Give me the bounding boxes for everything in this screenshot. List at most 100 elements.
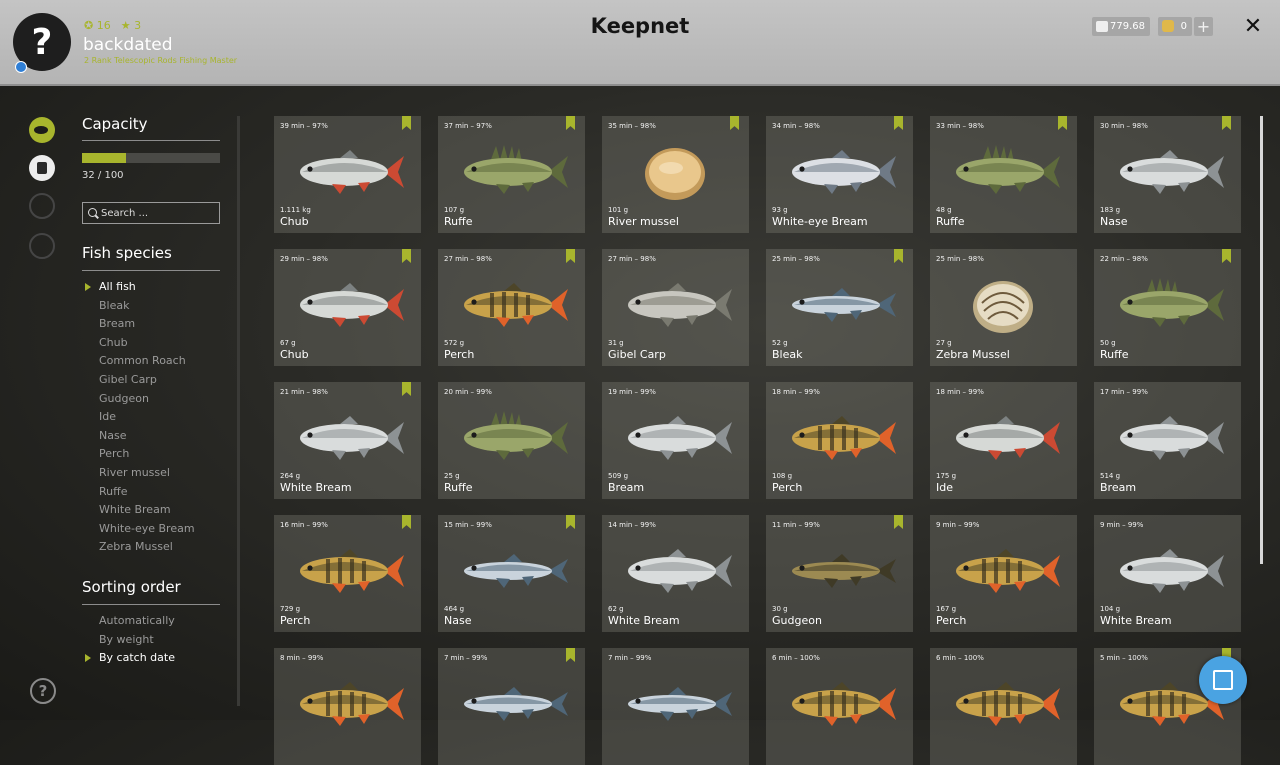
fish-card[interactable]: 30 min – 98% 183 g Nase — [1094, 116, 1241, 233]
catch-time-quality: 22 min – 98% — [1100, 255, 1148, 263]
fish-card[interactable]: 18 min – 99% 175 g Ide — [930, 382, 1077, 499]
fish-card[interactable]: 27 min – 98% 572 g Perch — [438, 249, 585, 366]
fish-card[interactable]: 37 min – 97% 107 g Ruffe — [438, 116, 585, 233]
fish-weight: 104 g — [1100, 605, 1121, 613]
search-icon — [88, 208, 97, 217]
keepnet-fish-icon[interactable] — [29, 117, 55, 143]
fish-icon — [464, 554, 568, 588]
fish-card[interactable]: 6 min – 100% — [930, 648, 1077, 765]
fish-icon — [300, 416, 404, 460]
fish-weight: 107 g — [444, 206, 465, 214]
fish-icon — [1120, 416, 1224, 460]
fish-card[interactable]: 25 min – 98% 27 g Zebra Mussel — [930, 249, 1077, 366]
fish-card[interactable]: 17 min – 99% 514 g Bream — [1094, 382, 1241, 499]
species-filter-ide[interactable]: Ide — [99, 408, 195, 427]
fish-card[interactable]: 14 min – 99% 62 g White Bream — [602, 515, 749, 632]
catch-time-quality: 29 min – 98% — [280, 255, 328, 263]
fish-card[interactable]: 33 min – 98% 48 g Ruffe — [930, 116, 1077, 233]
tree-icon[interactable] — [29, 193, 55, 219]
scrollbar[interactable] — [1260, 116, 1263, 564]
fish-species-title: Fish species — [82, 244, 172, 262]
bookmark-icon[interactable] — [566, 648, 575, 662]
bookmark-icon[interactable] — [894, 515, 903, 529]
fish-card[interactable]: 7 min – 99% — [602, 648, 749, 765]
fish-card[interactable]: 9 min – 99% 104 g White Bream — [1094, 515, 1241, 632]
species-filter-common-roach[interactable]: Common Roach — [99, 352, 195, 371]
fish-card[interactable]: 29 min – 98% 67 g Chub — [274, 249, 421, 366]
bookmark-icon[interactable] — [730, 116, 739, 130]
fish-card[interactable]: 39 min – 97% 1.111 kg Chub — [274, 116, 421, 233]
bookmark-icon[interactable] — [566, 515, 575, 529]
species-filter-ruffe[interactable]: Ruffe — [99, 483, 195, 502]
species-filter-river-mussel[interactable]: River mussel — [99, 464, 195, 483]
fish-card[interactable]: 16 min – 99% 729 g Perch — [274, 515, 421, 632]
bookmark-icon[interactable] — [566, 116, 575, 130]
silver-coin-icon — [1096, 21, 1108, 32]
search-input[interactable] — [82, 202, 220, 224]
fish-weight: 167 g — [936, 605, 957, 613]
bookmark-icon[interactable] — [402, 249, 411, 263]
fish-icon — [956, 682, 1060, 726]
fish-card[interactable]: 15 min – 99% 464 g Nase — [438, 515, 585, 632]
bookmark-icon[interactable] — [566, 249, 575, 263]
cursor-mode-button[interactable] — [1199, 656, 1247, 704]
catch-time-quality: 33 min – 98% — [936, 122, 984, 130]
fish-card[interactable]: 21 min – 98% 264 g White Bream — [274, 382, 421, 499]
zebra-mussel-icon — [973, 281, 1033, 333]
sort-option-by-catch-date[interactable]: By catch date — [85, 649, 175, 668]
top-bar: ? ✪ 16 ★ 3 backdated 2 Rank Telescopic R… — [0, 0, 1280, 86]
bookmark-icon[interactable] — [402, 515, 411, 529]
catch-time-quality: 35 min – 98% — [608, 122, 656, 130]
fish-card[interactable]: 6 min – 100% — [766, 648, 913, 765]
species-filter-white-eye-bream[interactable]: White-eye Bream — [99, 520, 195, 539]
catch-time-quality: 11 min – 99% — [772, 521, 820, 529]
pointer-icon — [1213, 670, 1233, 690]
fish-card[interactable]: 34 min – 98% 93 g White-eye Bream — [766, 116, 913, 233]
fish-weight: 729 g — [280, 605, 301, 613]
fish-icon — [956, 145, 1060, 194]
species-filter-bream[interactable]: Bream — [99, 315, 195, 334]
sort-option-automatically[interactable]: Automatically — [99, 612, 175, 631]
bookmark-icon[interactable] — [1058, 116, 1067, 130]
species-filter-bleak[interactable]: Bleak — [99, 297, 195, 316]
bookmark-icon[interactable] — [1222, 116, 1231, 130]
fish-card[interactable]: 35 min – 98% 101 g River mussel — [602, 116, 749, 233]
fish-card[interactable]: 8 min – 99% — [274, 648, 421, 765]
catch-time-quality: 6 min – 100% — [936, 654, 984, 662]
bookmark-icon[interactable] — [1222, 249, 1231, 263]
species-filter-gibel-carp[interactable]: Gibel Carp — [99, 371, 195, 390]
fish-icon — [464, 145, 568, 194]
bookmark-icon[interactable] — [402, 116, 411, 130]
fish-card[interactable]: 7 min – 99% — [438, 648, 585, 765]
species-filter-nase[interactable]: Nase — [99, 427, 195, 446]
fish-card[interactable]: 19 min – 99% 509 g Bream — [602, 382, 749, 499]
bookmark-icon[interactable] — [894, 116, 903, 130]
fish-card[interactable]: 9 min – 99% 167 g Perch — [930, 515, 1077, 632]
fish-card[interactable]: 11 min – 99% 30 g Gudgeon — [766, 515, 913, 632]
fish-icon — [792, 554, 896, 588]
fish-card[interactable]: 27 min – 98% 31 g Gibel Carp — [602, 249, 749, 366]
bucket-icon[interactable] — [29, 155, 55, 181]
fish-name: Perch — [772, 481, 803, 494]
bookmark-icon[interactable] — [402, 382, 411, 396]
fish-card[interactable]: 22 min – 98% 50 g Ruffe — [1094, 249, 1241, 366]
species-filter-gudgeon[interactable]: Gudgeon — [99, 390, 195, 409]
fish-card[interactable]: 25 min – 98% 52 g Bleak — [766, 249, 913, 366]
fish-name: Perch — [280, 614, 311, 627]
home-icon[interactable] — [29, 233, 55, 259]
fish-card[interactable]: 18 min – 99% 108 g Perch — [766, 382, 913, 499]
species-filter-white-bream[interactable]: White Bream — [99, 501, 195, 520]
fish-card[interactable]: 20 min – 99% 25 g Ruffe — [438, 382, 585, 499]
species-filter-zebra-mussel[interactable]: Zebra Mussel — [99, 538, 195, 557]
close-icon[interactable]: ✕ — [1240, 14, 1266, 40]
add-currency-button[interactable]: + — [1194, 17, 1213, 36]
species-filter-chub[interactable]: Chub — [99, 334, 195, 353]
bookmark-icon[interactable] — [894, 249, 903, 263]
fish-weight: 572 g — [444, 339, 465, 347]
sort-option-by-weight[interactable]: By weight — [99, 631, 175, 650]
species-filter-all-fish[interactable]: All fish — [85, 278, 195, 297]
fish-weight: 25 g — [444, 472, 460, 480]
catch-time-quality: 19 min – 99% — [608, 388, 656, 396]
help-icon[interactable]: ? — [30, 678, 56, 704]
species-filter-perch[interactable]: Perch — [99, 445, 195, 464]
